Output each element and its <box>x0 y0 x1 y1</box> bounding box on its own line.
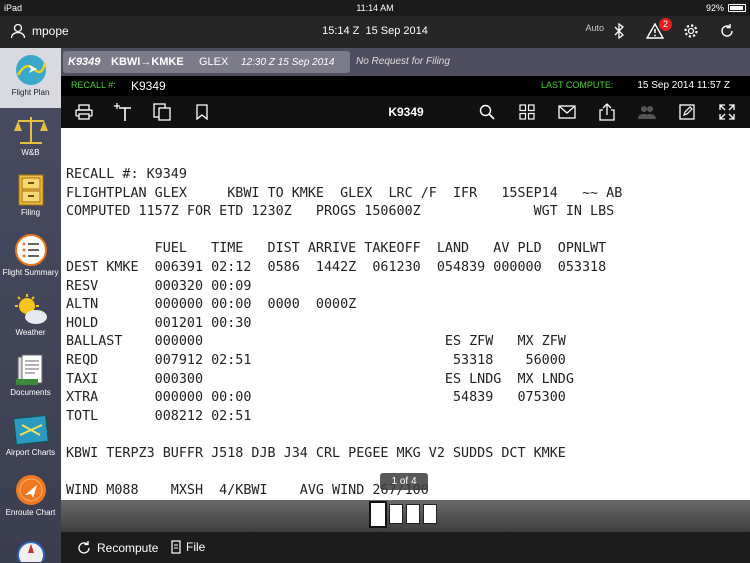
sidebar-item-label: Flight Summary <box>2 268 59 277</box>
airport-charts-icon <box>12 413 50 447</box>
recall-label: RECALL #: <box>71 80 116 90</box>
page-thumbnail[interactable] <box>389 504 403 524</box>
weather-icon <box>12 293 50 327</box>
sidebar-item-flight-summary[interactable]: Flight Summary <box>0 228 61 288</box>
print-icon[interactable] <box>73 101 95 123</box>
flight-plan-text: RECALL #: K9349 FLIGHTPLAN GLEX KBWI TO … <box>66 167 623 499</box>
filing-status-note: No Request for Filing <box>356 56 450 67</box>
status-clock: 11:14 AM <box>356 3 394 13</box>
mail-icon[interactable] <box>556 101 578 123</box>
flight-tab[interactable]: K9349 KBWI→KMKE GLEX 12:30 Z 15 Sep 2014 <box>63 51 350 73</box>
sidebar-item-label: Enroute Chart <box>5 508 56 517</box>
document-title: K9349 <box>388 105 424 119</box>
user-icon <box>10 23 26 39</box>
bottom-action-bar: Recompute File <box>61 532 750 563</box>
last-compute-value: 15 Sep 2014 11:57 Z <box>637 80 730 91</box>
recompute-button[interactable]: Recompute <box>76 540 158 556</box>
gear-icon[interactable] <box>680 20 702 42</box>
bookmark-icon[interactable] <box>191 101 213 123</box>
alert-icon[interactable]: 2 <box>644 18 672 42</box>
copy-document-icon[interactable] <box>151 101 173 123</box>
scale-icon <box>12 113 50 147</box>
sidebar: Flight Plan W&B Filing Flight Summary We… <box>0 48 61 563</box>
flight-tab-tail: K9349 <box>68 56 101 68</box>
sidebar-item-flight-plan[interactable]: Flight Plan <box>0 48 61 108</box>
page-thumbnail[interactable] <box>406 504 420 524</box>
flight-tab-aircraft: GLEX <box>199 56 229 68</box>
sidebar-item-filing[interactable]: Filing <box>0 168 61 228</box>
battery-percent: 92% <box>705 3 724 13</box>
recompute-icon <box>78 541 90 554</box>
sidebar-item-label: Flight Plan <box>11 88 50 97</box>
file-button[interactable]: File <box>171 540 205 554</box>
flight-summary-icon <box>12 233 50 267</box>
last-compute-label: LAST COMPUTE: <box>541 80 614 90</box>
sidebar-item-airport-charts[interactable]: Airport Charts <box>0 408 61 468</box>
sidebar-item-label: Airport Charts <box>5 448 56 457</box>
documents-icon <box>12 353 50 387</box>
page-thumbnail[interactable] <box>369 501 387 528</box>
username: mpope <box>32 24 69 38</box>
alert-badge: 2 <box>659 18 672 31</box>
sidebar-item-weather[interactable]: Weather <box>0 288 61 348</box>
bluetooth-icon[interactable] <box>608 20 630 42</box>
flight-tab-etd: 12:30 Z 15 Sep 2014 <box>241 57 335 68</box>
document-toolbar: K9349 <box>61 96 750 128</box>
recall-value: K9349 <box>131 79 166 93</box>
app-header: mpope 15:14 Z 15 Sep 2014 Auto 2 <box>0 16 750 48</box>
user-account[interactable]: mpope <box>10 23 69 39</box>
sidebar-item-label: W&B <box>21 148 40 157</box>
page-indicator: 1 of 4 <box>380 473 428 490</box>
header-date: 15 Sep 2014 <box>365 25 428 37</box>
flight-plan-document[interactable]: RECALL #: K9349 FLIGHTPLAN GLEX KBWI TO … <box>61 128 750 500</box>
recall-bar: RECALL #: K9349 LAST COMPUTE: 15 Sep 201… <box>61 76 750 96</box>
sidebar-item-label: Weather <box>15 328 46 337</box>
grid-view-icon[interactable] <box>516 101 538 123</box>
sidebar-item-more[interactable] <box>0 536 61 563</box>
sidebar-item-label: Documents <box>10 388 51 397</box>
utc-time: 15:14 Z <box>322 25 360 37</box>
flight-tab-strip: K9349 KBWI→KMKE GLEX 12:30 Z 15 Sep 2014… <box>61 48 750 76</box>
crew-icon <box>636 101 658 123</box>
file-icon <box>171 540 181 554</box>
sidebar-item-wb[interactable]: W&B <box>0 108 61 168</box>
battery-icon <box>728 4 746 12</box>
page-thumbnail[interactable] <box>423 504 437 524</box>
file-label: File <box>186 540 206 554</box>
auto-label: Auto <box>585 23 604 33</box>
filing-cabinet-icon <box>12 173 50 207</box>
search-icon[interactable] <box>476 101 498 123</box>
enroute-chart-icon <box>12 473 50 507</box>
flight-plan-icon <box>12 53 50 87</box>
sidebar-item-label: Filing <box>20 208 41 217</box>
expand-icon[interactable] <box>716 101 738 123</box>
compass-icon <box>12 540 50 562</box>
flight-tab-route: KBWI→KMKE <box>111 56 184 68</box>
share-icon[interactable] <box>596 101 618 123</box>
edit-icon[interactable] <box>676 101 698 123</box>
recompute-label: Recompute <box>97 541 159 555</box>
text-size-icon[interactable] <box>113 101 135 123</box>
refresh-icon[interactable] <box>716 20 738 42</box>
sidebar-item-enroute-chart[interactable]: Enroute Chart <box>0 468 61 528</box>
sidebar-item-documents[interactable]: Documents <box>0 348 61 408</box>
page-thumbnail-strip <box>61 500 750 532</box>
ios-status-bar: iPad 11:14 AM 92% <box>0 0 750 16</box>
